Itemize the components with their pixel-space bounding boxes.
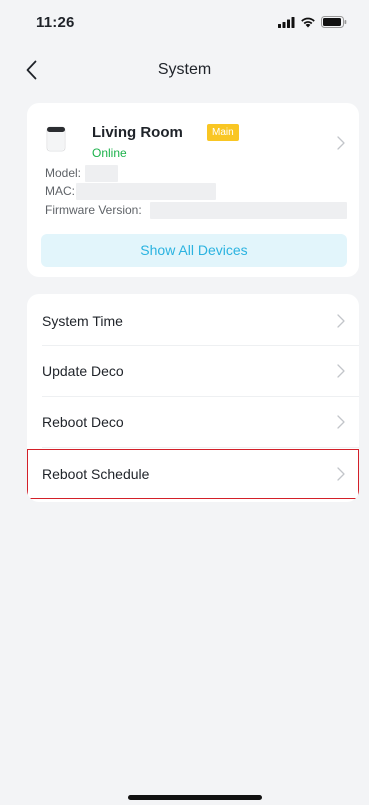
model-value-redacted: [85, 165, 118, 182]
menu-item-update-deco[interactable]: Update Deco: [27, 346, 359, 396]
device-status: Online: [92, 146, 127, 160]
status-bar: 11:26: [0, 0, 369, 44]
chevron-right-icon: [337, 467, 345, 481]
chevron-right-icon: [337, 136, 345, 150]
menu-item-label: Reboot Deco: [42, 414, 124, 430]
menu-item-label: System Time: [42, 313, 123, 329]
menu-item-label: Reboot Schedule: [42, 466, 150, 482]
chevron-left-icon: [26, 60, 37, 80]
show-all-devices-button[interactable]: Show All Devices: [41, 234, 347, 267]
back-button[interactable]: [26, 56, 54, 84]
mac-value-redacted: [76, 183, 216, 200]
wifi-icon: [301, 17, 315, 28]
home-indicator[interactable]: [128, 795, 262, 800]
chevron-right-icon: [337, 415, 345, 429]
system-menu: System Time Update Deco Reboot Deco Rebo…: [27, 294, 359, 502]
menu-item-label: Update Deco: [42, 363, 124, 379]
battery-icon: [321, 16, 347, 28]
firmware-label: Firmware Version:: [45, 203, 142, 217]
firmware-value-redacted: [150, 202, 347, 219]
status-time: 11:26: [36, 13, 75, 31]
menu-item-reboot-deco[interactable]: Reboot Deco: [27, 397, 359, 447]
signal-icon: [278, 16, 295, 28]
chevron-right-icon: [337, 364, 345, 378]
main-badge: Main: [207, 124, 239, 141]
mac-label: MAC:: [45, 184, 75, 198]
deco-device-icon: [46, 126, 66, 152]
divider: [42, 447, 359, 448]
page-title: System: [157, 61, 212, 78]
device-card[interactable]: Living Room Main Online Model: MAC: Firm…: [27, 103, 359, 277]
model-label: Model:: [45, 166, 82, 180]
nav-bar: System: [0, 52, 369, 88]
menu-item-system-time[interactable]: System Time: [27, 296, 359, 346]
status-icons: [278, 16, 347, 28]
device-name: Living Room: [92, 124, 183, 141]
menu-item-reboot-schedule[interactable]: Reboot Schedule: [27, 449, 359, 499]
chevron-right-icon: [337, 314, 345, 328]
